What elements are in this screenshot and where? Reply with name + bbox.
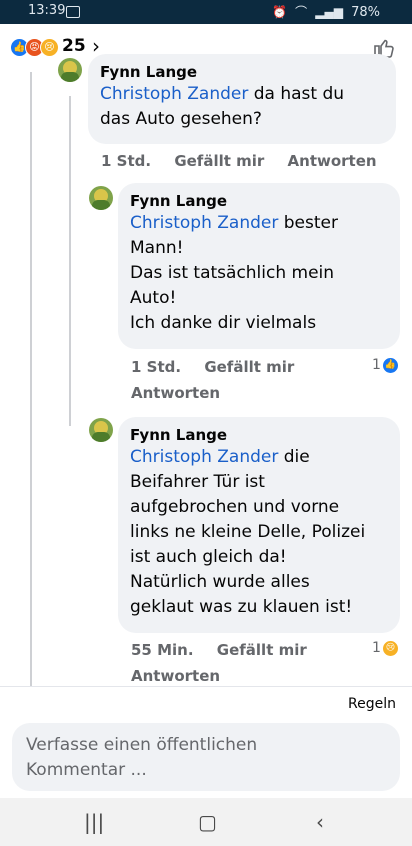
rules-link[interactable]: Regeln — [348, 696, 396, 712]
comment-input[interactable]: Verfasse einen öffentlichen Kommentar ..… — [12, 723, 400, 791]
comment-bubble[interactable]: Fynn Lange Christoph Zander bester Mann!… — [118, 183, 400, 349]
composer-placeholder-line2: Kommentar ... — [26, 760, 147, 780]
composer-placeholder-line1: Verfasse einen öffentlichen — [26, 735, 258, 755]
like-reaction-icon: 👍 — [382, 357, 398, 373]
status-time: 13:39 — [28, 3, 66, 18]
reaction-count[interactable]: 25 — [62, 36, 86, 56]
thread-line — [30, 72, 32, 686]
comment-reaction-badge[interactable]: 1 😢 — [372, 640, 398, 656]
wifi-icon: ⌒ — [295, 5, 308, 19]
comment-bubble[interactable]: Fynn Lange Christoph Zander da hast du d… — [88, 54, 396, 144]
like-action[interactable]: Gefällt mir — [217, 641, 307, 659]
avatar[interactable] — [58, 58, 82, 82]
mention-link[interactable]: Christoph Zander — [100, 84, 248, 104]
recent-apps-icon[interactable]: ||| — [84, 810, 104, 834]
comment-time: 1 Std. — [131, 358, 182, 376]
gallery-notification-icon — [66, 6, 80, 18]
status-bar: 13:39 ⏰ ⌒ ▂▄▆ 78% — [0, 0, 412, 24]
avatar[interactable] — [89, 186, 113, 210]
reaction-badge-count: 1 — [372, 640, 381, 656]
alarm-icon: ⏰ — [272, 5, 287, 19]
reply-action[interactable]: Antworten — [131, 384, 220, 402]
back-icon[interactable]: ‹ — [316, 810, 324, 834]
reaction-badge-count: 1 — [372, 357, 381, 373]
avatar[interactable] — [89, 418, 113, 442]
like-action[interactable]: Gefällt mir — [174, 152, 264, 170]
sad-reaction-icon: 😢 — [382, 640, 398, 656]
comment-actions: 55 Min. Gefällt mir Antworten — [131, 637, 331, 689]
status-right: ⏰ ⌒ ▂▄▆ 78% — [272, 3, 380, 20]
comment-actions: 1 Std. Gefällt mir Antworten — [101, 148, 395, 174]
comment-actions: 1 Std. Gefällt mir Antworten — [131, 354, 331, 406]
comment-reaction-badge[interactable]: 1 👍 — [372, 357, 398, 373]
divider — [0, 686, 412, 687]
sad-reaction-icon: 😢 — [40, 38, 59, 57]
comment-author[interactable]: Fynn Lange — [100, 62, 384, 82]
home-icon[interactable]: ▢ — [198, 810, 217, 834]
comment-time: 55 Min. — [131, 641, 194, 659]
thread-line — [69, 96, 71, 426]
battery-level: 78% — [351, 5, 380, 20]
reply-action[interactable]: Antworten — [131, 667, 220, 685]
comment-text: Christoph Zander die Beifahrer Tür ist a… — [130, 447, 366, 617]
signal-icon: ▂▄▆ — [315, 5, 343, 19]
comment-author[interactable]: Fynn Lange — [130, 191, 388, 211]
reply-action[interactable]: Antworten — [288, 152, 377, 170]
comment-author[interactable]: Fynn Lange — [130, 425, 388, 445]
comment-bubble[interactable]: Fynn Lange Christoph Zander die Beifahre… — [118, 417, 400, 633]
mention-link[interactable]: Christoph Zander — [130, 447, 278, 467]
system-nav-bar: ||| ▢ ‹ — [0, 798, 412, 846]
comment-time: 1 Std. — [101, 152, 152, 170]
comment-text: Christoph Zander da hast du das Auto ges… — [100, 84, 345, 129]
mention-link[interactable]: Christoph Zander — [130, 213, 278, 233]
like-action[interactable]: Gefällt mir — [204, 358, 294, 376]
comment-text: Christoph Zander bester Mann! Das ist ta… — [130, 213, 338, 333]
